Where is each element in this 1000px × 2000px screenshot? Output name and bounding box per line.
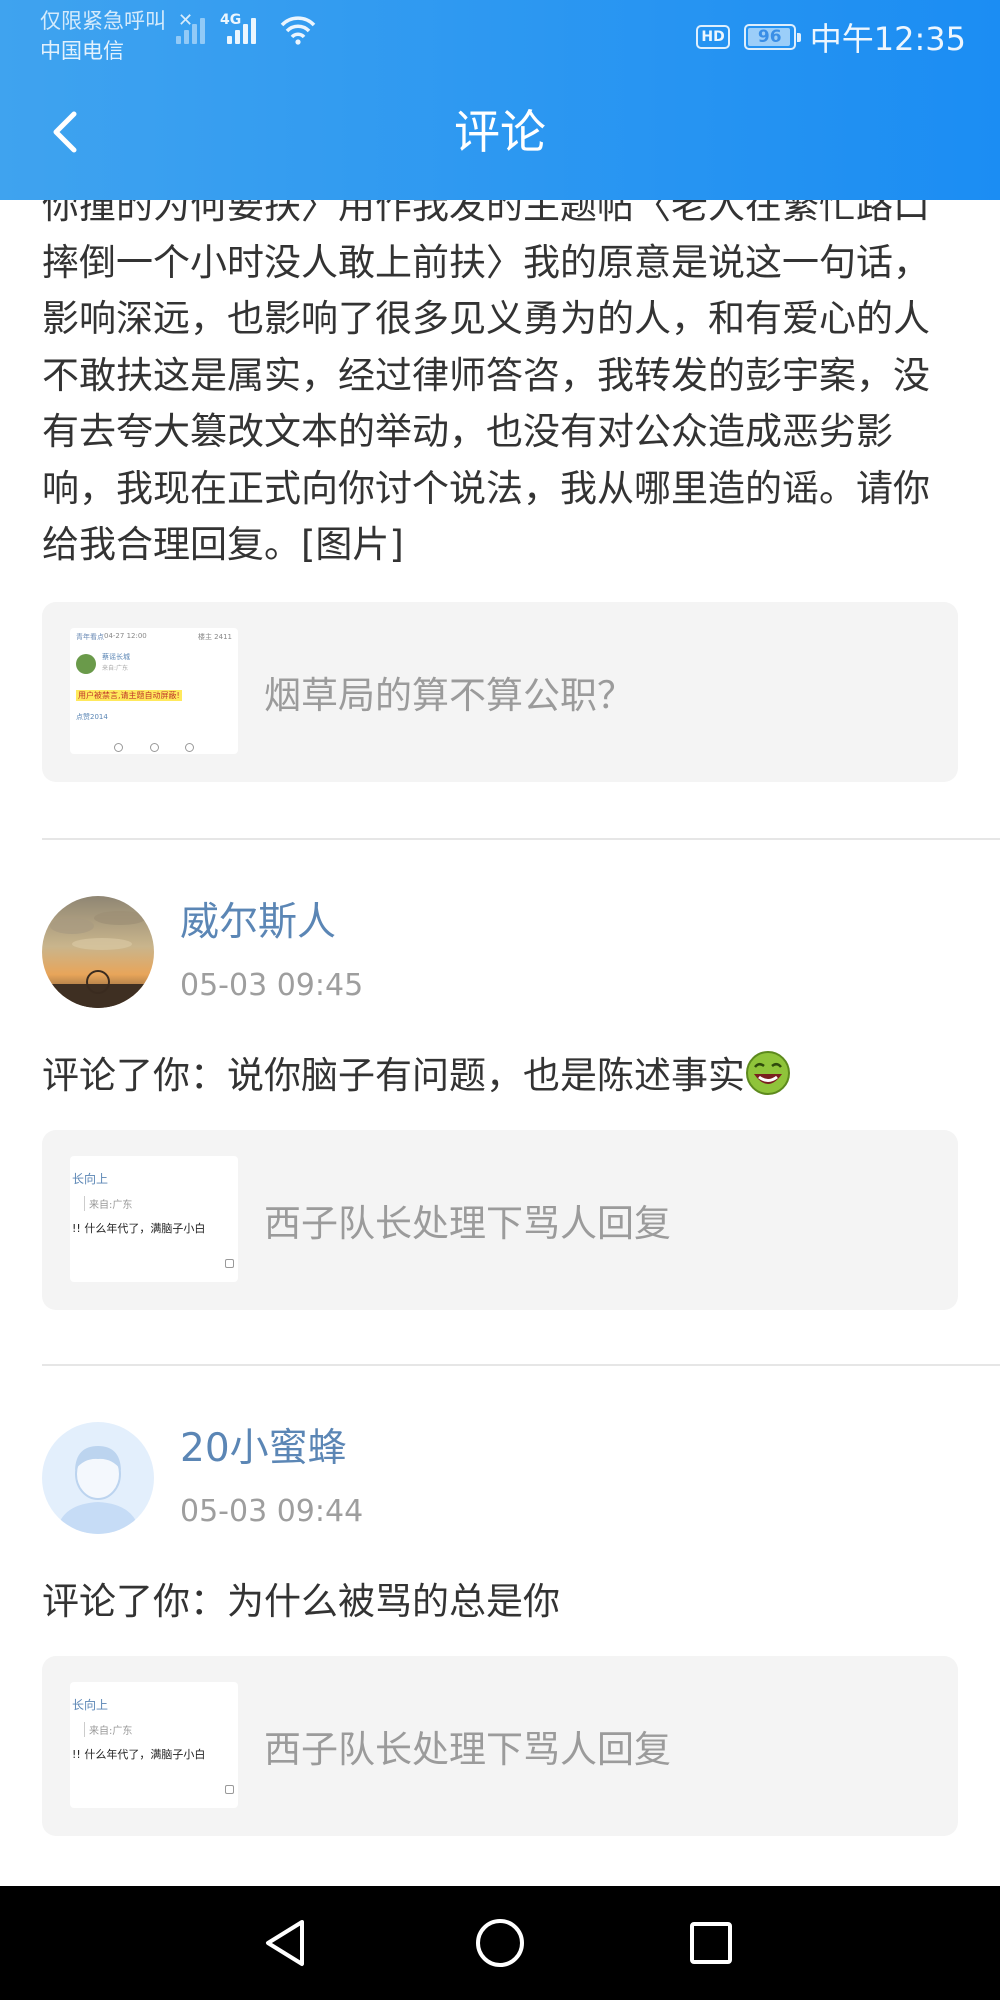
emergency-only-text: 仅限紧急呼叫 [40, 9, 166, 33]
comment-text: 评论了你：说你脑子有问题，也是陈述事实 [42, 1048, 962, 1104]
avatar[interactable] [42, 1422, 154, 1534]
thumb-action-icons [114, 743, 194, 752]
comment-text: 评论了你：为什么被骂的总是你 [42, 1574, 962, 1630]
thumb-avatar [76, 654, 96, 674]
referenced-thread-card[interactable]: 长向上 来自:广东 !! 什么年代了，满脑子小白 西子队长处理下骂人回复 [42, 1130, 958, 1310]
comment-body: 说你脑子有问题，也是陈述事实 [227, 1054, 745, 1097]
referenced-thread-card[interactable]: 青年看点 04-27 12:00 楼主 2411 蔡谣长城 来自:广东 用户被禁… [42, 602, 958, 782]
triangle-back-icon [266, 1920, 304, 1966]
thumb-body: !! 什么年代了，满脑子小白 [72, 1222, 206, 1235]
referenced-thread-card[interactable]: 长向上 来自:广东 !! 什么年代了，满脑子小白 西子队长处理下骂人回复 [42, 1656, 958, 1836]
nav-home-button[interactable] [465, 1908, 535, 1978]
divider [42, 838, 1000, 840]
thumb-location: 来自:广东 [84, 1722, 132, 1737]
no-service-x-icon: ✕ [178, 10, 194, 31]
network-type-label: 4G [220, 12, 242, 28]
thread-thumbnail: 青年看点 04-27 12:00 楼主 2411 蔡谣长城 来自:广东 用户被禁… [70, 628, 238, 754]
laugh-emoji-icon [746, 1051, 790, 1095]
thread-thumbnail: 长向上 来自:广东 !! 什么年代了，满脑子小白 [70, 1156, 238, 1282]
system-navigation-bar [0, 1886, 1000, 2000]
thread-title: 西子队长处理下骂人回复 [264, 1202, 671, 1245]
hd-voice-badge: HD [696, 25, 730, 49]
thumb-username: 蔡谣长城 [102, 653, 130, 661]
thumb-location: 来自:广东 [102, 665, 129, 672]
thumb-body: !! 什么年代了，满脑子小白 [72, 1748, 206, 1761]
app-header: 仅限紧急呼叫 中国电信 ✕ 4G HD 96 中午12:35 评论 [0, 0, 1000, 200]
comment-prefix: 评论了你： [42, 1054, 227, 1097]
thumb-likes: 点赞2014 [76, 713, 108, 721]
thumb-title: 长向上 [72, 1698, 109, 1712]
battery-level: 96 [757, 27, 782, 47]
thread-title: 烟草局的算不算公职？ [264, 674, 634, 717]
nav-back-button[interactable] [250, 1908, 320, 1978]
comment-feed[interactable]: 你撞的为何要扶〉用作我发的主题帖〈老人在繁忙路口摔倒一个小时没人敢上前扶〉我的原… [0, 200, 1000, 1886]
thumb-floor: 楼主 2411 [197, 633, 232, 641]
battery-icon: 96 [743, 24, 801, 50]
page-title: 评论 [454, 105, 546, 159]
comment-username[interactable]: 威尔斯人 [180, 898, 336, 948]
carrier-info: 仅限紧急呼叫 中国电信 [40, 6, 166, 66]
comment-username[interactable]: 20小蜜蜂 [180, 1424, 347, 1474]
status-right-group: HD 96 中午12:35 [696, 14, 966, 60]
carrier-name: 中国电信 [40, 39, 124, 63]
post-body-text: 你撞的为何要扶〉用作我发的主题帖〈老人在繁忙路口摔倒一个小时没人敢上前扶〉我的原… [42, 200, 930, 566]
thumb-highlight-text: 用户被禁言,请主题自动屏蔽! [76, 690, 182, 701]
divider [42, 1364, 1000, 1366]
thumb-comment-icon [225, 1785, 234, 1794]
square-recents-icon [690, 1922, 732, 1964]
wifi-icon [280, 16, 316, 45]
comment-timestamp: 05-03 09:44 [180, 1494, 364, 1529]
thumb-title: 长向上 [72, 1172, 109, 1186]
thread-thumbnail: 长向上 来自:广东 !! 什么年代了，满脑子小白 [70, 1682, 238, 1808]
comment-timestamp: 05-03 09:45 [180, 968, 364, 1003]
thread-title: 西子队长处理下骂人回复 [264, 1728, 671, 1771]
sunset-avatar-image [42, 896, 154, 1008]
nav-recents-button[interactable] [676, 1908, 746, 1978]
thumb-source: 青年看点 [76, 633, 104, 641]
comment-body: 为什么被骂的总是你 [227, 1580, 560, 1623]
circle-home-icon [476, 1919, 524, 1967]
thumb-date: 04-27 12:00 [104, 632, 147, 640]
comment-prefix: 评论了你： [42, 1580, 227, 1623]
thumb-comment-icon [225, 1259, 234, 1268]
default-user-avatar-icon [42, 1422, 154, 1534]
avatar[interactable] [42, 896, 154, 1008]
status-clock: 中午12:35 [809, 20, 966, 58]
thumb-location: 来自:广东 [84, 1196, 132, 1211]
